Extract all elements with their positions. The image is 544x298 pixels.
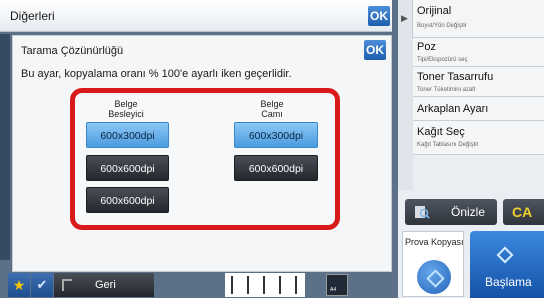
dialog-description: Bu ayar, kopyalama oranı % 100'e ayarlı … bbox=[21, 68, 292, 80]
dialog-title: Tarama Çözünürlüğü bbox=[21, 45, 124, 57]
proof-copy-label: Prova Kopyası bbox=[405, 237, 464, 247]
proof-copy-button[interactable]: Prova Kopyası bbox=[402, 231, 464, 297]
expand-panel-button[interactable]: ▶ bbox=[398, 0, 413, 38]
title-bar: Diğerleri bbox=[0, 0, 392, 32]
start-button[interactable]: Başlama bbox=[470, 231, 544, 298]
document-preview-thumbnail bbox=[225, 273, 305, 297]
feeder-resolution-option[interactable]: 600x600dpi bbox=[86, 187, 169, 213]
menu-item-toner-save[interactable]: Toner Tasarrufu Toner Tüketimini azalt bbox=[413, 67, 544, 97]
menu-item-sublabel: Toner Tüketimini azalt bbox=[417, 87, 476, 93]
play-arrow-icon: ▶ bbox=[401, 13, 408, 23]
right-panel-gutter bbox=[398, 38, 413, 190]
start-diamond-icon bbox=[496, 246, 514, 264]
menu-item-background[interactable]: Arkaplan Ayarı bbox=[413, 97, 544, 121]
dialog-ok-button[interactable]: OK bbox=[364, 40, 386, 60]
checkmark-icon[interactable]: ✔ bbox=[31, 273, 53, 297]
copier-screen: Diğerleri OK ▶ Orijinal Boyut/Yön Değişt… bbox=[0, 0, 544, 298]
thumbnail-mark bbox=[263, 276, 265, 294]
preview-icon bbox=[415, 206, 430, 219]
menu-item-label: Toner Tasarrufu bbox=[417, 71, 494, 83]
column-header-line: Belge bbox=[114, 99, 138, 109]
menu-item-exposure[interactable]: Poz Tipi/Ekspozürü seç bbox=[413, 38, 544, 67]
background-strip bbox=[0, 34, 10, 260]
preview-button[interactable]: Önizle bbox=[405, 199, 497, 225]
thumbnail-mark bbox=[295, 276, 297, 294]
back-button[interactable]: Geri bbox=[54, 273, 154, 297]
menu-item-sublabel: Kağıt Tablasını Değiştir bbox=[417, 142, 479, 148]
paper-size-label: A4 bbox=[330, 287, 337, 293]
column-header-line: Belge bbox=[260, 99, 284, 109]
paper-size-indicator: A4 bbox=[326, 274, 348, 296]
menu-item-paper-select[interactable]: Kağıt Seç Kağıt Tablasını Değiştir bbox=[413, 121, 544, 155]
preview-label: Önizle bbox=[451, 205, 486, 219]
column-header-glass: Belge Camı bbox=[248, 99, 296, 119]
back-arrow-icon bbox=[62, 279, 72, 291]
column-header-line: Camı bbox=[261, 109, 283, 119]
feeder-resolution-option[interactable]: 600x600dpi bbox=[86, 155, 169, 181]
glass-resolution-option[interactable]: 600x600dpi bbox=[234, 155, 318, 181]
thumbnail-mark bbox=[231, 276, 233, 294]
menu-item-label: Poz bbox=[417, 41, 436, 53]
thumbnail-mark bbox=[279, 276, 281, 294]
clear-all-button[interactable]: CA bbox=[503, 199, 544, 225]
start-diamond-icon bbox=[417, 260, 451, 294]
menu-item-label: Arkaplan Ayarı bbox=[417, 103, 489, 115]
menu-item-sublabel: Tipi/Ekspozürü seç bbox=[417, 57, 468, 63]
column-header-feeder: Belge Besleyici bbox=[101, 99, 151, 119]
menu-item-label: Kağıt Seç bbox=[417, 126, 465, 138]
start-label: Başlama bbox=[485, 275, 532, 289]
title-ok-button[interactable]: OK bbox=[368, 6, 390, 26]
menu-item-sublabel: Boyut/Yön Değiştir bbox=[417, 23, 467, 29]
column-header-line: Besleyici bbox=[108, 109, 144, 119]
favorite-star-icon[interactable]: ★ bbox=[8, 273, 30, 297]
clear-all-label: CA bbox=[512, 204, 533, 220]
back-label: Geri bbox=[95, 279, 116, 291]
glass-resolution-option[interactable]: 600x300dpi bbox=[234, 122, 318, 148]
feeder-resolution-option[interactable]: 600x300dpi bbox=[86, 122, 169, 148]
menu-item-original[interactable]: Orijinal Boyut/Yön Değiştir bbox=[413, 0, 544, 38]
page-title: Diğerleri bbox=[10, 9, 55, 23]
thumbnail-mark bbox=[247, 276, 249, 294]
menu-item-label: Orijinal bbox=[417, 5, 452, 17]
